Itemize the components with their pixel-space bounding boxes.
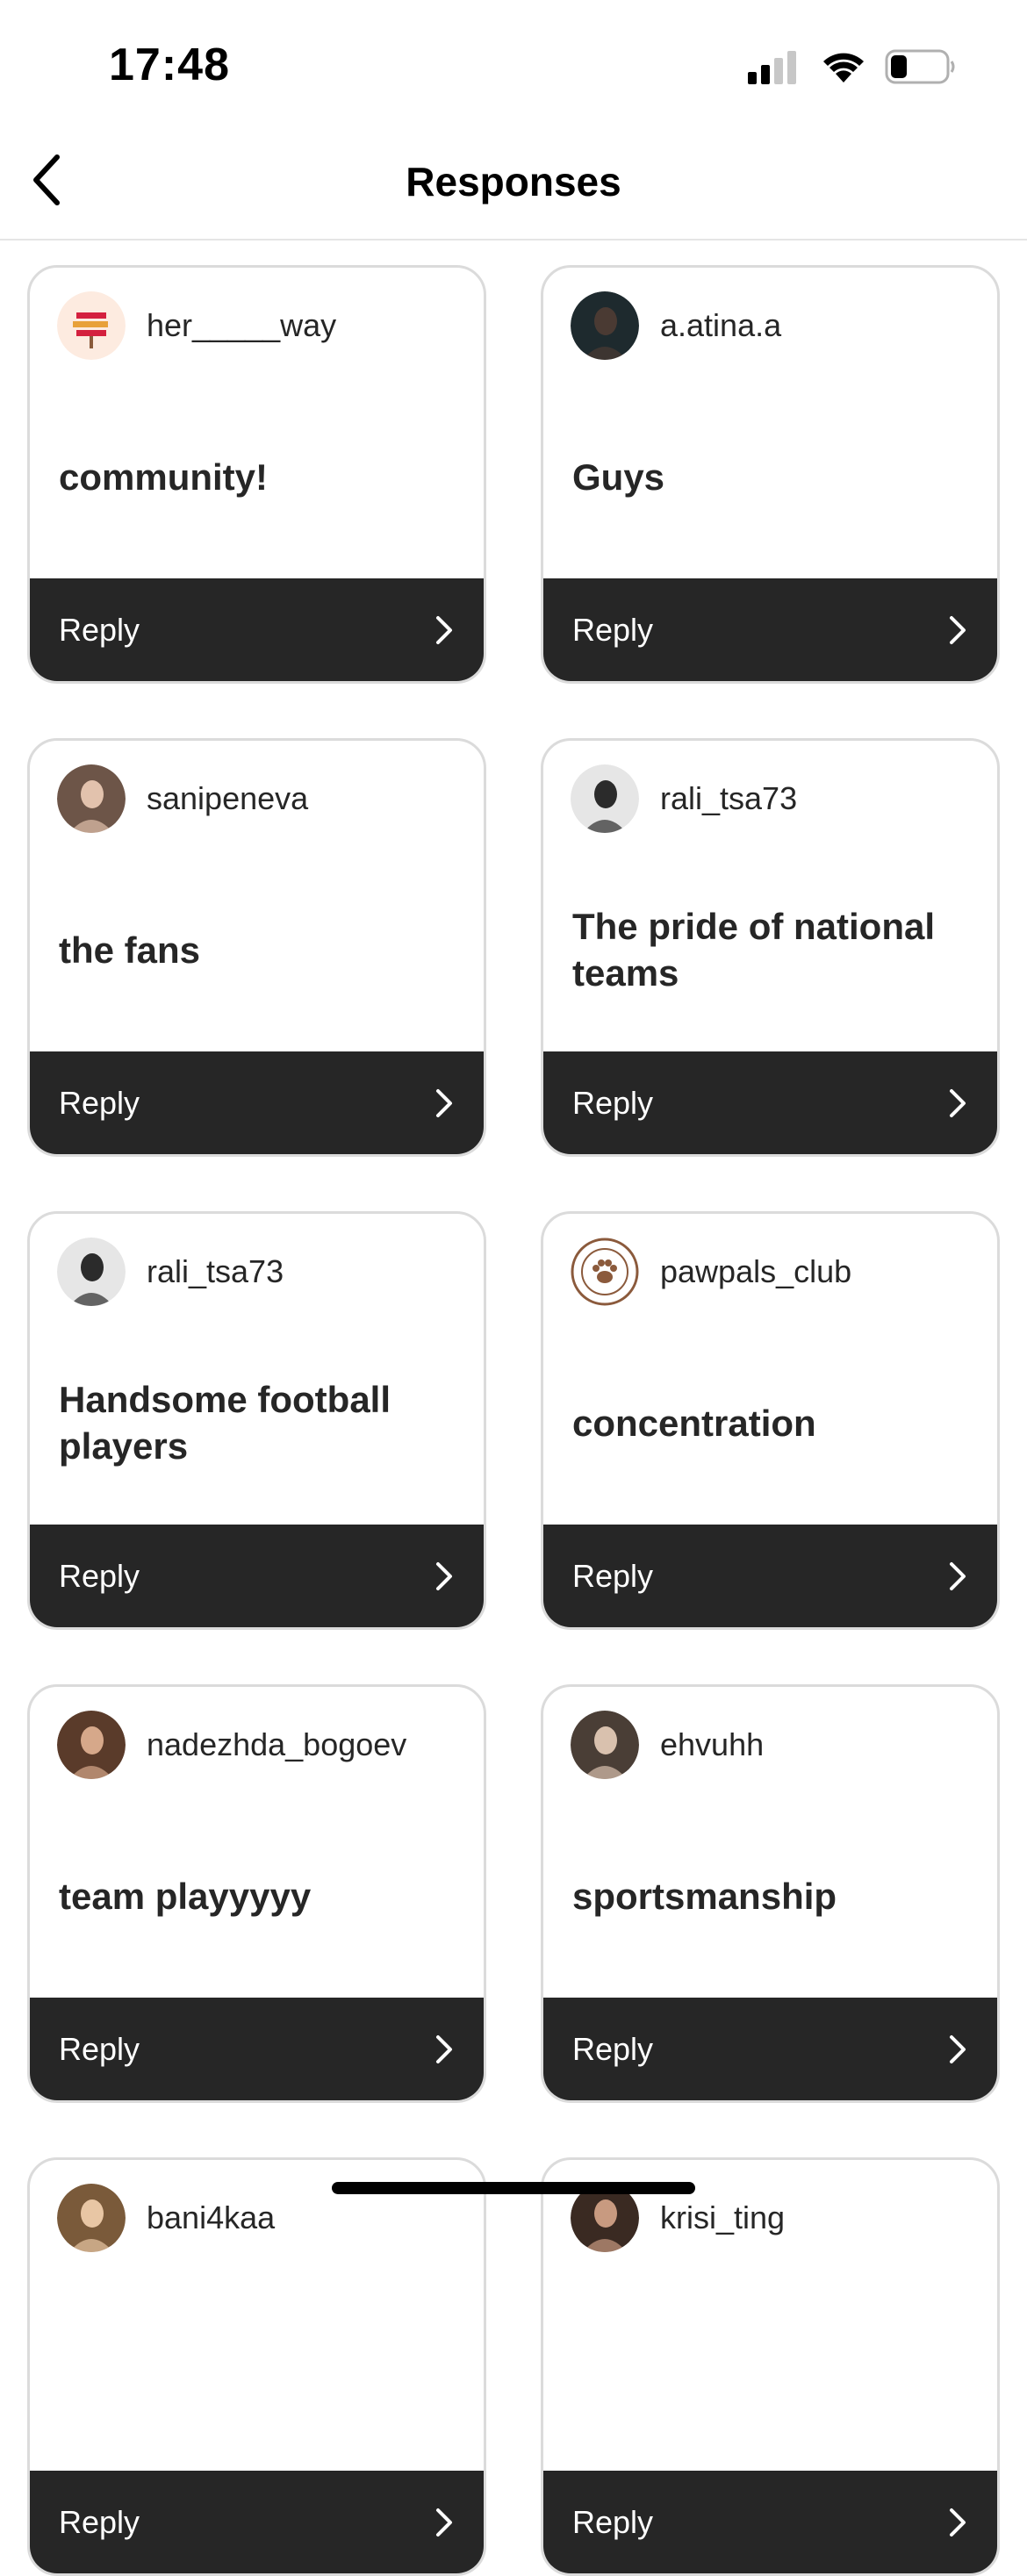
reply-label: Reply — [572, 2503, 654, 2540]
status-bar: 17:48 — [0, 0, 1027, 132]
card-header: sanipeneva — [57, 764, 308, 833]
username[interactable]: krisi_ting — [660, 2199, 785, 2236]
chevron-right-icon — [948, 2507, 967, 2538]
card-body: team playyyyy — [59, 1801, 459, 1991]
response-card[interactable]: krisi_ting Reply — [541, 2157, 1000, 2576]
avatar[interactable] — [57, 764, 126, 833]
card-body: Handsome football players — [59, 1328, 459, 1518]
card-header: a.atina.a — [571, 291, 781, 360]
reply-button[interactable]: Reply — [30, 1525, 484, 1627]
reply-label: Reply — [572, 1557, 654, 1594]
response-card[interactable]: pawpals_club concentration Reply — [541, 1211, 1000, 1630]
response-card[interactable]: her_____way community! Reply — [27, 265, 486, 684]
status-time: 17:48 — [109, 39, 230, 90]
response-card[interactable]: rali_tsa73 The pride of national teams R… — [541, 738, 1000, 1157]
response-text: team playyyyy — [59, 1875, 312, 1917]
navigation-bar: Responses — [0, 132, 1027, 240]
card-body: community! — [59, 382, 459, 571]
card-header: rali_tsa73 — [57, 1238, 284, 1306]
avatar[interactable] — [57, 291, 126, 360]
card-body — [59, 2274, 459, 2464]
chevron-right-icon — [948, 1087, 967, 1119]
reply-label: Reply — [59, 1084, 140, 1121]
home-indicator — [332, 2182, 695, 2194]
reply-label: Reply — [572, 611, 654, 648]
card-body: Guys — [572, 382, 973, 571]
chevron-right-icon — [948, 614, 967, 646]
response-text: the fans — [59, 929, 201, 971]
card-body: the fans — [59, 855, 459, 1044]
page-title: Responses — [406, 159, 621, 205]
reply-label: Reply — [59, 2503, 140, 2540]
responses-grid: her_____way community! Reply a.atina.a G… — [27, 265, 1002, 2576]
reply-button[interactable]: Reply — [543, 1051, 997, 1154]
chevron-right-icon — [434, 2034, 454, 2065]
card-header: nadezhda_bogoev — [57, 1711, 406, 1779]
card-body: concentration — [572, 1328, 973, 1518]
avatar[interactable] — [571, 1711, 639, 1779]
reply-button[interactable]: Reply — [543, 1525, 997, 1627]
username[interactable]: bani4kaa — [147, 2199, 275, 2236]
reply-button[interactable]: Reply — [30, 578, 484, 681]
username[interactable]: rali_tsa73 — [147, 1253, 284, 1290]
reply-label: Reply — [572, 2030, 654, 2067]
reply-button[interactable]: Reply — [30, 2471, 484, 2573]
card-header: pawpals_club — [571, 1238, 851, 1306]
chevron-right-icon — [948, 2034, 967, 2065]
wifi-icon — [823, 53, 864, 83]
username[interactable]: her_____way — [147, 307, 336, 344]
response-text: community! — [59, 456, 269, 498]
avatar[interactable] — [571, 764, 639, 833]
reply-button[interactable]: Reply — [543, 2471, 997, 2573]
username[interactable]: pawpals_club — [660, 1253, 851, 1290]
card-body: The pride of national teams — [572, 855, 973, 1044]
card-header: ehvuhh — [571, 1711, 764, 1779]
response-card[interactable]: a.atina.a Guys Reply — [541, 265, 1000, 684]
reply-label: Reply — [59, 2030, 140, 2067]
chevron-right-icon — [434, 614, 454, 646]
reply-label: Reply — [59, 1557, 140, 1594]
avatar[interactable] — [571, 1238, 639, 1306]
chevron-right-icon — [434, 1087, 454, 1119]
response-text: Guys — [572, 456, 665, 498]
avatar[interactable] — [57, 1238, 126, 1306]
reply-button[interactable]: Reply — [543, 1998, 997, 2100]
card-body — [572, 2274, 973, 2464]
reply-button[interactable]: Reply — [543, 578, 997, 681]
cellular-signal-icon — [748, 51, 796, 84]
response-text: Handsome football players — [59, 1379, 391, 1467]
avatar[interactable] — [57, 2184, 126, 2252]
battery-icon — [885, 49, 955, 84]
avatar[interactable] — [571, 291, 639, 360]
reply-label: Reply — [572, 1084, 654, 1121]
chevron-right-icon — [948, 1561, 967, 1592]
response-text: The pride of national teams — [572, 906, 936, 994]
response-card[interactable]: bani4kaa Reply — [27, 2157, 486, 2576]
reply-label: Reply — [59, 611, 140, 648]
response-card[interactable]: ehvuhh sportsmanship Reply — [541, 1684, 1000, 2103]
username[interactable]: sanipeneva — [147, 780, 308, 817]
card-header: rali_tsa73 — [571, 764, 797, 833]
username[interactable]: ehvuhh — [660, 1726, 764, 1763]
username[interactable]: nadezhda_bogoev — [147, 1726, 406, 1763]
chevron-right-icon — [434, 2507, 454, 2538]
response-text: concentration — [572, 1402, 816, 1444]
card-header: her_____way — [57, 291, 336, 360]
response-card[interactable]: rali_tsa73 Handsome football players Rep… — [27, 1211, 486, 1630]
reply-button[interactable]: Reply — [30, 1998, 484, 2100]
reply-button[interactable]: Reply — [30, 1051, 484, 1154]
card-header: bani4kaa — [57, 2184, 275, 2252]
username[interactable]: rali_tsa73 — [660, 780, 797, 817]
card-body: sportsmanship — [572, 1801, 973, 1991]
chevron-right-icon — [434, 1561, 454, 1592]
avatar[interactable] — [57, 1711, 126, 1779]
username[interactable]: a.atina.a — [660, 307, 781, 344]
response-text: sportsmanship — [572, 1875, 837, 1917]
response-card[interactable]: nadezhda_bogoev team playyyyy Reply — [27, 1684, 486, 2103]
response-card[interactable]: sanipeneva the fans Reply — [27, 738, 486, 1157]
